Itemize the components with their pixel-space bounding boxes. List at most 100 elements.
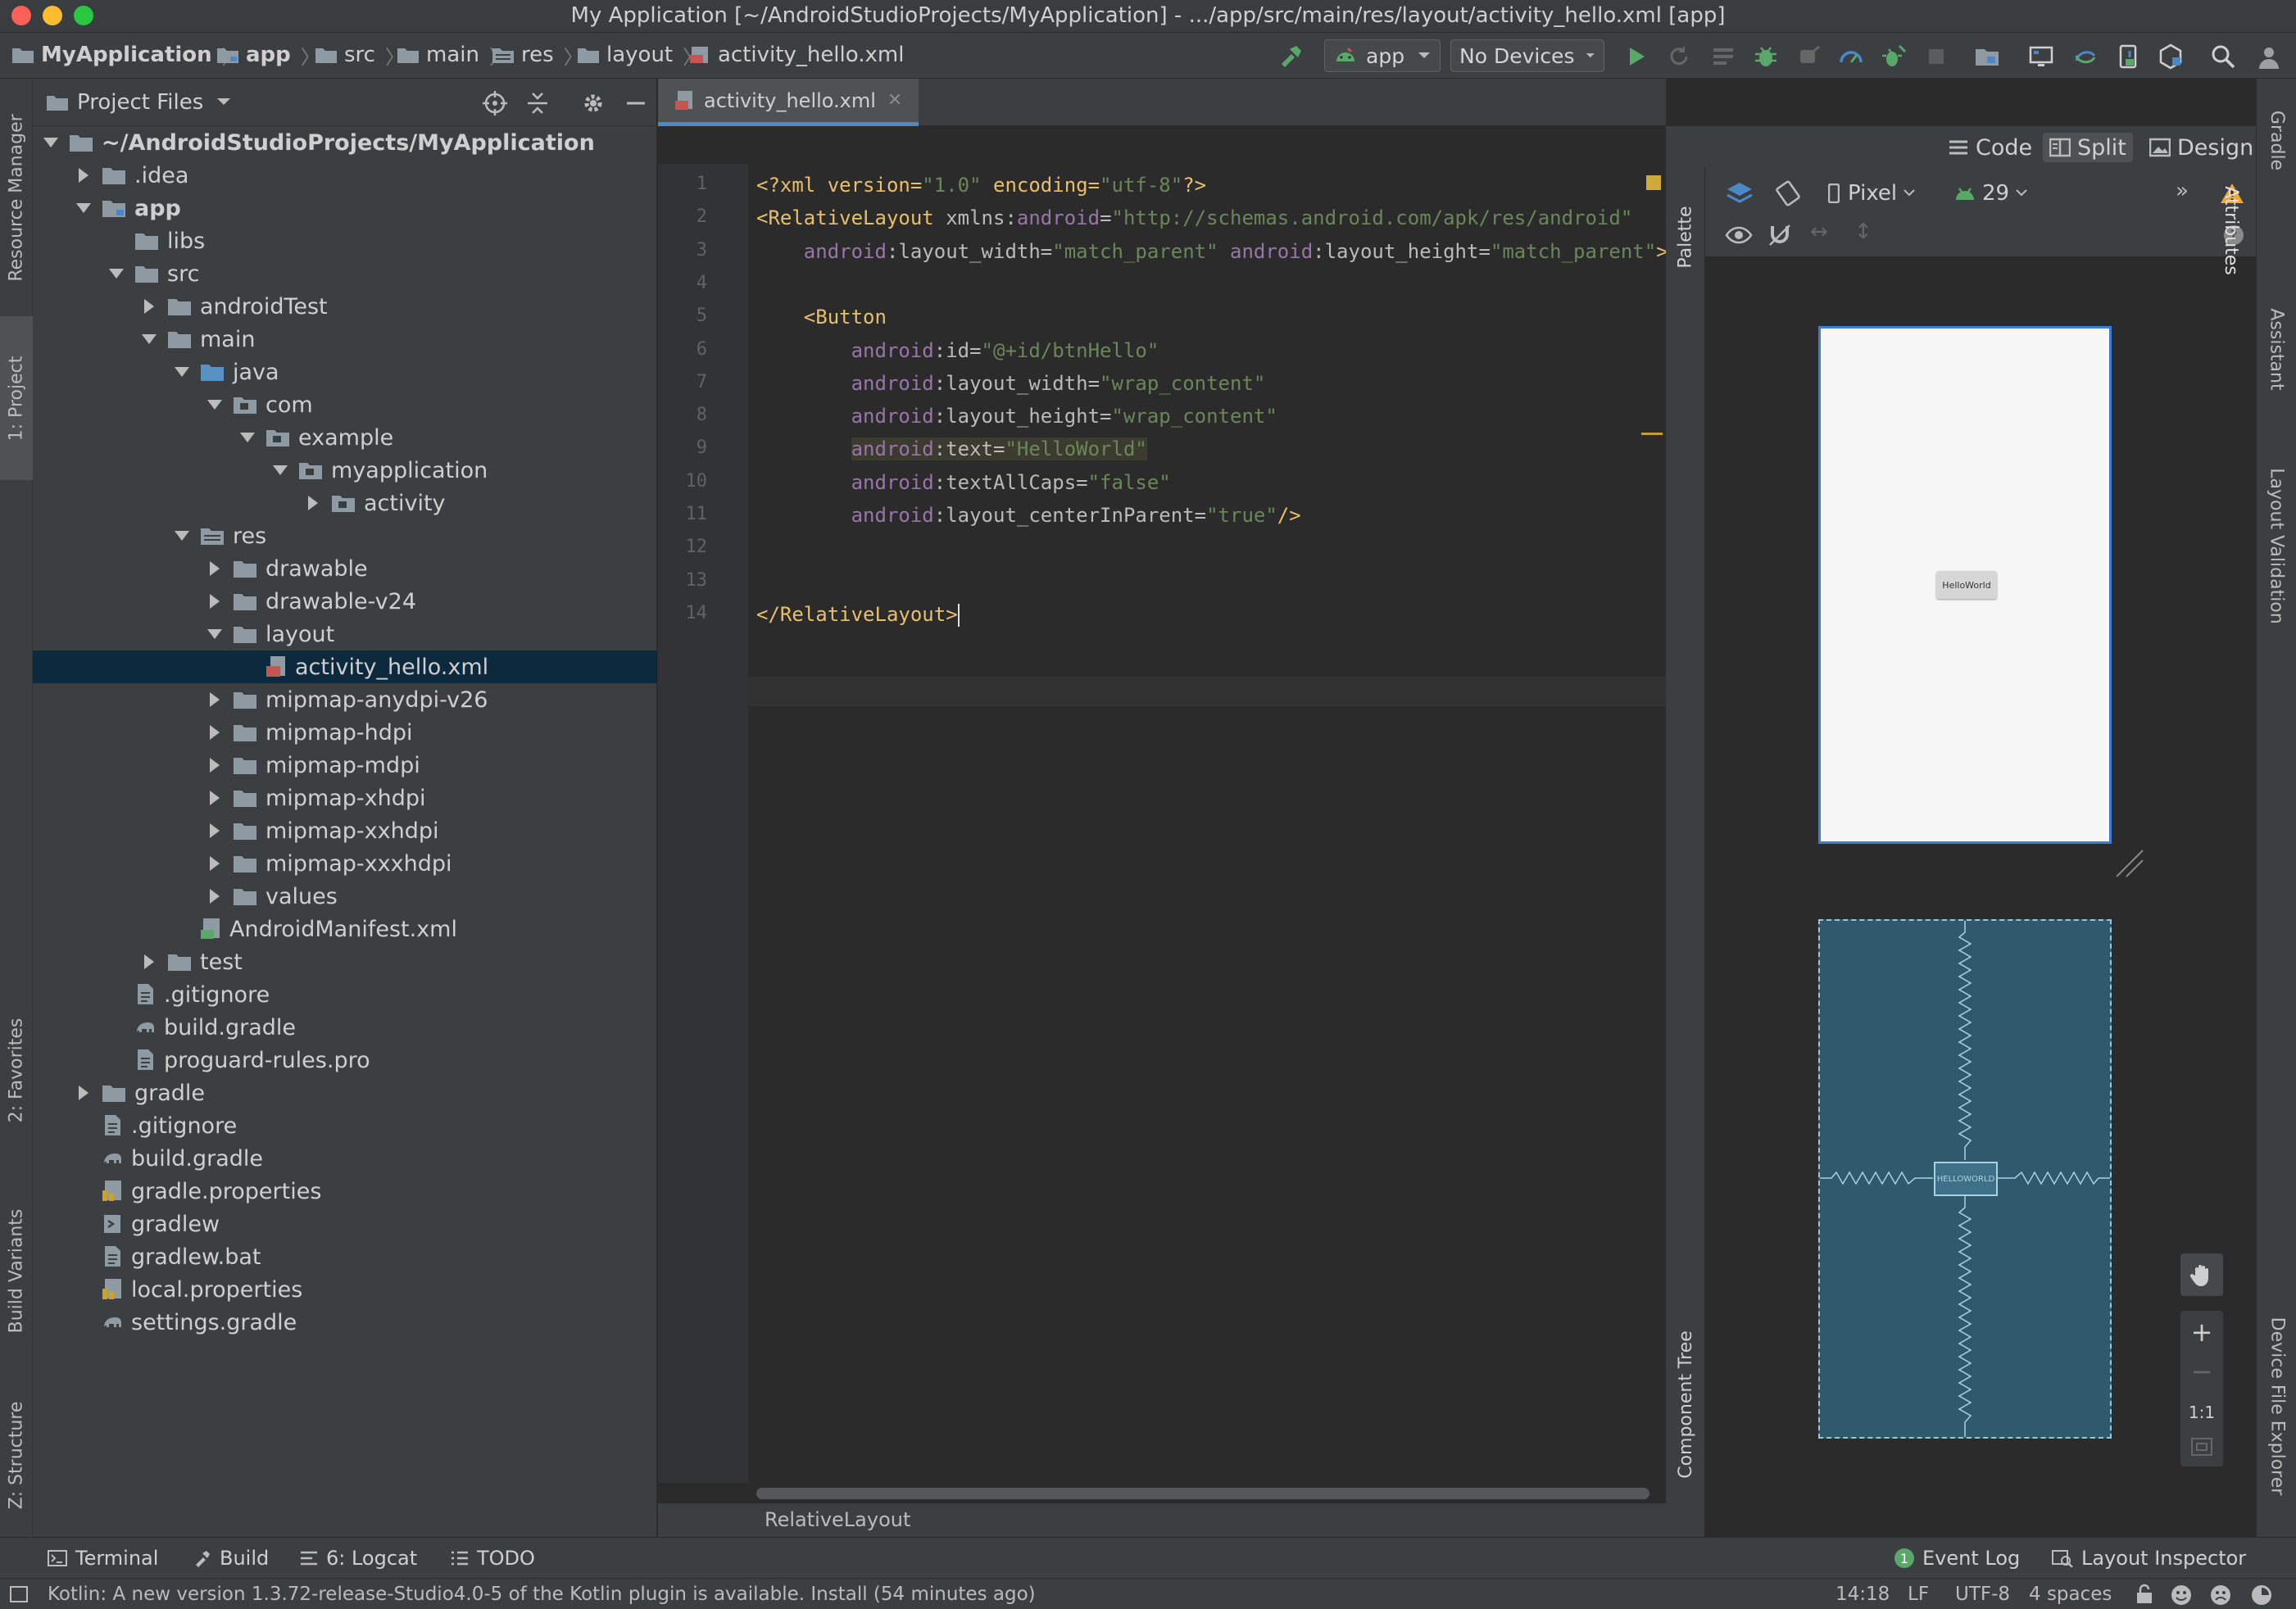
avd-manager-icon[interactable] [2027,43,2055,70]
build-tab[interactable]: Build [193,1544,269,1572]
chevron-right-icon[interactable] [205,591,225,611]
indent-setting[interactable]: 4 spaces [2029,1582,2112,1607]
tree-item[interactable]: res [33,519,657,552]
api-level-select[interactable]: 29 [1954,179,2027,208]
warning-stripe-marker[interactable] [1641,433,1663,435]
project-structure-icon[interactable] [1973,43,2001,70]
chevron-down-icon[interactable] [139,329,159,349]
chevron-right-icon[interactable] [139,952,159,972]
layout-validation-tab[interactable]: Layout Validation [2257,439,2296,652]
line-separator[interactable]: LF [1908,1582,1929,1607]
close-tab-icon[interactable]: ✕ [887,90,902,111]
code-line[interactable]: android:text="HelloWorld" [756,437,1147,461]
code-editor[interactable]: 1 2 3 4 5 6 7 8 9 10 11 12 13 14 <?xml version="1.0" … [658,126,1668,1502]
design-surface-layers-icon[interactable] [1725,180,1754,208]
attributes-tab[interactable]: Attributes [2211,169,2251,292]
logcat-tab[interactable]: 6: Logcat [300,1544,417,1572]
tree-item[interactable]: mipmap-mdpi [33,749,657,782]
favorites-tab[interactable]: 2: Favorites [0,988,33,1152]
memory-indicator-icon[interactable] [2250,1584,2273,1607]
make-project-hammer-icon[interactable] [1277,43,1305,70]
code-line[interactable]: android:layout_width="match_parent" andr… [756,240,1668,263]
apply-changes-restart-icon[interactable] [1665,43,1693,70]
sync-gradle-icon[interactable] [2071,43,2099,70]
chevron-right-icon[interactable] [74,165,93,185]
code-line[interactable]: android:id="@+id/btnHello" [756,339,1159,362]
debug-bug-icon[interactable] [1752,43,1780,70]
tree-item[interactable]: drawable-v24 [33,585,657,618]
chevron-right-icon[interactable] [205,788,225,808]
code-line[interactable]: </RelativeLayout> [756,603,960,627]
project-tab[interactable]: 1: Project [0,316,33,480]
attach-process-bug-icon[interactable] [1880,43,1908,70]
chevron-right-icon[interactable] [205,690,225,709]
status-message[interactable]: Kotlin: A new version 1.3.72-release-Stu… [48,1582,1036,1607]
chevron-right-icon[interactable] [205,854,225,873]
design-preview-screen[interactable]: HelloWorld [1818,326,2112,844]
layout-inspector-tab[interactable]: Layout Inspector [2052,1544,2246,1572]
run-configuration-select[interactable]: app [1324,39,1441,72]
chevron-down-icon[interactable] [238,428,257,447]
tree-item[interactable]: myapplication [33,454,657,487]
view-options-eye-icon[interactable] [1725,224,1753,246]
tree-item[interactable]: mipmap-xhdpi [33,782,657,814]
file-encoding[interactable]: UTF-8 [1955,1582,2010,1607]
zoom-out-button[interactable]: − [2180,1355,2223,1388]
pan-hand-button[interactable] [2180,1253,2223,1296]
tree-item[interactable]: test [33,945,657,978]
caret-position[interactable]: 14:18 [1835,1582,1890,1607]
tree-item[interactable]: build.gradle [33,1142,657,1175]
tree-item[interactable]: libs [33,224,657,257]
breadcrumb-layout[interactable]: layout〉 [577,41,702,69]
tree-item[interactable]: .gitignore [33,1109,657,1142]
chevron-down-icon[interactable] [205,395,225,415]
chevron-down-icon[interactable] [41,133,61,152]
tab-activity-hello-xml[interactable]: activity_hello.xml ✕ [658,79,919,126]
feedback-face-icon[interactable] [2209,1584,2232,1607]
breadcrumb-file[interactable]: activity_hello.xml [688,41,904,69]
chevron-right-icon[interactable] [205,559,225,578]
horizontal-arrows-icon[interactable]: ↔ [1810,220,1828,244]
chevron-down-icon[interactable] [172,362,192,382]
palette-tab[interactable]: Palette [1666,184,1705,290]
resource-manager-tab[interactable]: Resource Manager [0,95,33,300]
tree-item[interactable]: .gitignore [33,978,657,1011]
orientation-rotate-icon[interactable] [1774,179,1804,208]
tree-item[interactable]: AndroidManifest.xml [33,913,657,945]
tree-item[interactable]: activity_hello.xml [33,650,657,683]
chevron-right-icon[interactable] [205,755,225,775]
horizontal-scrollbar[interactable] [756,1488,1649,1499]
tree-item[interactable]: example [33,421,657,454]
code-mode-button[interactable]: Code [1941,133,2039,162]
blueprint-hello-button[interactable]: HELLOWORLD [1934,1162,1998,1196]
tree-item[interactable]: mipmap-anydpi-v26 [33,683,657,716]
preview-hello-button[interactable]: HelloWorld [1936,571,1997,599]
tree-item[interactable]: gradle [33,1076,657,1109]
tree-item[interactable]: values [33,880,657,913]
tree-item[interactable]: drawable [33,552,657,585]
collapse-all-icon[interactable] [524,90,551,116]
tree-item[interactable]: activity [33,487,657,519]
device-select[interactable]: No Devices [1450,39,1604,72]
breadcrumb-app[interactable]: app 〉 [216,41,320,69]
breadcrumb-src[interactable]: src 〉 [315,41,405,69]
structure-tab[interactable]: Z: Structure [0,1381,33,1529]
code-line[interactable]: android:layout_centerInParent="true"/> [756,504,1301,527]
sdk-manager-icon[interactable] [2114,43,2142,70]
vertical-arrows-icon[interactable]: ↕ [1854,220,1872,244]
chevron-down-icon[interactable] [172,526,192,546]
code-line[interactable]: <Button [756,306,887,329]
tree-item[interactable]: mipmap-xxxhdpi [33,847,657,880]
event-log-tab[interactable]: 1 Event Log [1894,1544,2020,1572]
breadcrumb-res[interactable]: res 〉 [492,41,583,69]
autoconnect-magnet-icon[interactable] [1767,223,1792,247]
inspection-status-marker[interactable] [1646,175,1661,190]
tree-item[interactable]: main [33,323,657,356]
locate-target-icon[interactable] [482,90,508,116]
code-line[interactable]: android:layout_height="wrap_content" [756,405,1277,428]
tree-item[interactable]: mipmap-hdpi [33,716,657,749]
component-tree-tab[interactable]: Component Tree [1666,1289,1705,1519]
hide-panel-icon[interactable] [624,90,647,116]
run-icon[interactable] [1622,43,1650,70]
chevron-down-icon[interactable] [205,624,225,644]
